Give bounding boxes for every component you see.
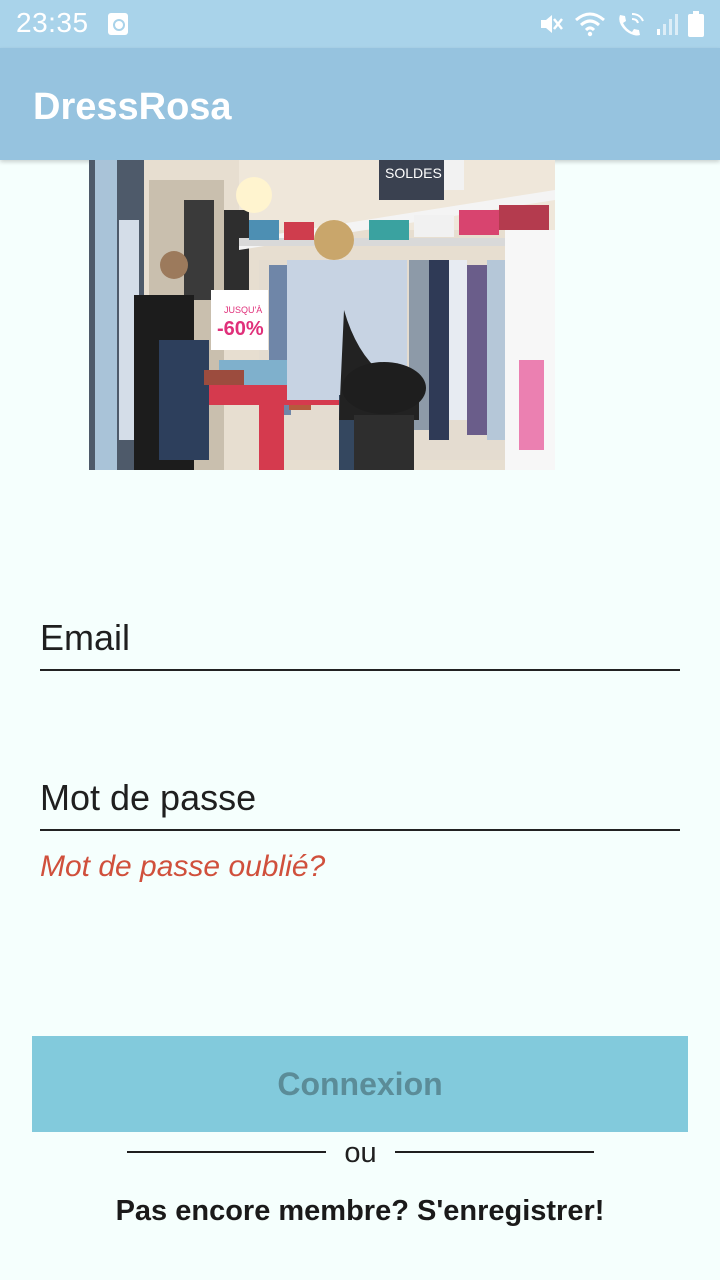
email-input[interactable] bbox=[40, 613, 680, 663]
forgot-password-link[interactable]: Mot de passe oublié? bbox=[40, 850, 325, 884]
app-bar: DressRosa bbox=[0, 48, 720, 160]
login-button[interactable]: Connexion bbox=[32, 1036, 688, 1132]
soldes-sign: SOLDES bbox=[385, 165, 442, 181]
signal-icon bbox=[657, 14, 678, 35]
wifi-icon bbox=[575, 12, 605, 37]
battery-icon bbox=[688, 11, 704, 37]
register-link[interactable]: Pas encore membre? S'enregistrer! bbox=[0, 1195, 720, 1228]
app-notification-icon bbox=[108, 13, 128, 35]
divider-line-left bbox=[127, 1151, 326, 1153]
wifi-calling-icon bbox=[619, 13, 644, 36]
sale-sign-small: JUSQU'À bbox=[224, 305, 262, 315]
divider-text: ou bbox=[344, 1137, 377, 1169]
password-field[interactable] bbox=[40, 759, 680, 831]
divider-line-right bbox=[395, 1151, 594, 1153]
clothing-store-image: SOLDES JUSQU'À -60% bbox=[89, 160, 555, 470]
password-input[interactable] bbox=[40, 773, 680, 823]
status-bar: 23:35 bbox=[0, 0, 720, 48]
mute-icon bbox=[541, 15, 563, 33]
sale-sign-percent: -60% bbox=[217, 318, 264, 340]
status-time: 23:35 bbox=[16, 7, 89, 38]
email-field[interactable] bbox=[40, 599, 680, 671]
status-icons bbox=[538, 10, 704, 38]
app-title: DressRosa bbox=[33, 86, 232, 128]
store-illustration: SOLDES JUSQU'À -60% bbox=[89, 160, 555, 470]
